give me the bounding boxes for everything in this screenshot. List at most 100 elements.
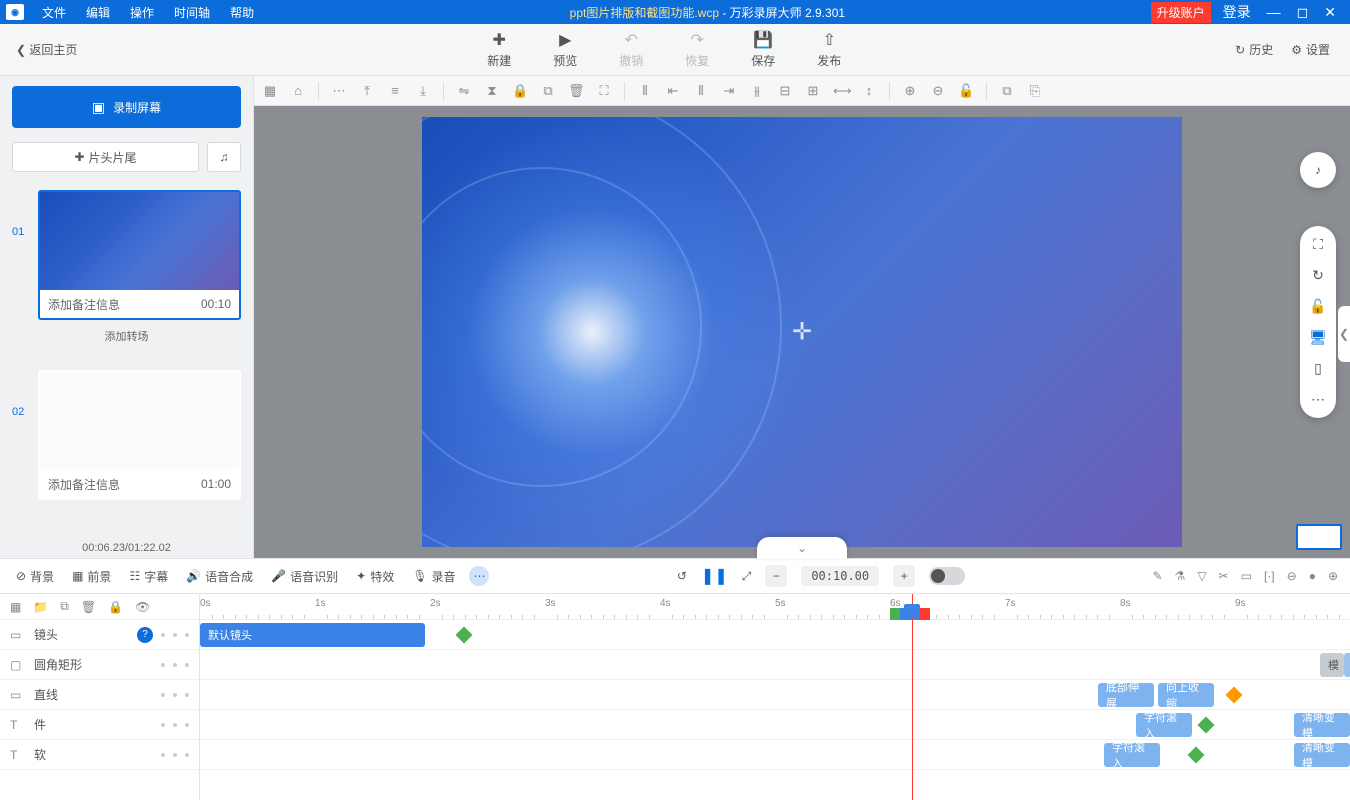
playhead[interactable] — [912, 594, 913, 800]
track-header[interactable]: ▭镜头? — [0, 620, 199, 650]
keyframe-marker[interactable] — [456, 627, 473, 644]
keyframe-marker[interactable] — [1188, 747, 1205, 764]
clip-clear-morph-2[interactable]: 清晰变模 — [1294, 743, 1350, 767]
clip-tag-mo[interactable]: 模 — [1320, 653, 1344, 677]
slide-card[interactable]: 添加备注信息01:00 — [38, 370, 241, 500]
clip-char-scroll-2[interactable]: 字符滚入 — [1104, 743, 1160, 767]
grid-icon[interactable]: ⊞ — [805, 83, 821, 99]
dist-h-icon[interactable]: ⫴ — [637, 83, 653, 99]
zoom-out-tl-icon[interactable]: ⊖ — [1287, 569, 1297, 583]
paste-icon[interactable]: ⎘ — [1027, 83, 1043, 99]
track-header[interactable]: T软 — [0, 740, 199, 770]
funnel-icon[interactable]: ▽ — [1197, 569, 1206, 583]
ruler-h-icon[interactable]: ⟷ — [833, 83, 849, 99]
rewind-button[interactable]: ↺ — [677, 569, 687, 583]
midbar-语音识别-button[interactable]: 🎤语音识别 — [267, 566, 342, 587]
settings-button[interactable]: ⚙ 设置 — [1291, 41, 1330, 58]
stage-content[interactable]: ✛ — [422, 117, 1182, 547]
music-library-button[interactable]: ♫ — [207, 142, 241, 172]
track-header[interactable]: ▭直线 — [0, 680, 199, 710]
clip-clear-morph[interactable]: 清晰变模 — [1294, 713, 1350, 737]
keyframe-marker[interactable] — [1198, 717, 1215, 734]
slide-thumbnail[interactable] — [40, 192, 239, 290]
time-plus-button[interactable]: + — [893, 565, 915, 587]
track-header[interactable]: T件 — [0, 710, 199, 740]
more-float-icon[interactable]: ⋯ — [1311, 391, 1325, 408]
time-minus-button[interactable]: − — [765, 565, 787, 587]
zoom-in-tl-icon[interactable]: ⊕ — [1328, 569, 1338, 583]
duplicate-icon[interactable]: ⧉ — [999, 83, 1015, 99]
toolbar-新建-button[interactable]: ✚新建 — [475, 26, 523, 73]
menu-timeline[interactable]: 时间轴 — [164, 4, 220, 21]
ellipsis-tool-icon[interactable]: ⋯ — [331, 83, 347, 99]
expand-button[interactable]: ⤢ — [742, 569, 752, 584]
unlock-icon[interactable]: 🔓 — [958, 83, 974, 99]
timeline-ruler[interactable]: 0s1s2s3s4s5s6s7s8s9s10s — [200, 594, 1350, 620]
desktop-view-icon[interactable]: 🖥 — [1309, 329, 1327, 346]
midbar-录音-button[interactable]: 🎙录音 — [408, 566, 459, 587]
minimap[interactable] — [1296, 524, 1342, 550]
marker-icon[interactable]: ▭ — [1241, 569, 1252, 583]
track-copy-icon[interactable]: ⧉ — [60, 599, 69, 614]
maximize-button[interactable]: ◻ — [1289, 4, 1317, 21]
clip-char-scroll[interactable]: 字符滚入 — [1136, 713, 1192, 737]
slide-note[interactable]: 添加备注信息 — [48, 476, 120, 493]
lock-icon[interactable]: 🔒 — [512, 83, 528, 99]
midbar-特效-button[interactable]: ✦特效 — [352, 566, 398, 587]
align-left-icon[interactable]: ⇤ — [665, 83, 681, 99]
clip-up-shrink[interactable]: 向上收缩 — [1158, 683, 1214, 707]
midbar-背景-button[interactable]: ⊘背景 — [12, 566, 58, 587]
rotate-icon[interactable]: ↻ — [1312, 267, 1324, 284]
midbar-语音合成-button[interactable]: 🔊语音合成 — [182, 566, 257, 587]
hourglass-icon[interactable]: ⧗ — [484, 83, 500, 99]
flip-h-icon[interactable]: ⇋ — [456, 83, 472, 99]
side-expand-button[interactable]: ❮ — [1338, 306, 1350, 362]
clip-default-shot[interactable]: 默认镜头 — [200, 623, 425, 647]
dist-v-icon[interactable]: ⫵ — [749, 83, 765, 99]
keyframe-marker[interactable] — [1226, 687, 1243, 704]
midbar-字幕-button[interactable]: ☷字幕 — [125, 566, 172, 587]
folder-icon[interactable]: 📁 — [33, 600, 48, 614]
pause-button[interactable]: ❚❚ — [701, 566, 728, 586]
back-home-button[interactable]: ❮ 返回主页 — [0, 41, 93, 58]
lock-float-icon[interactable]: 🔓 — [1309, 298, 1326, 315]
minimize-button[interactable]: — — [1259, 4, 1289, 20]
login-button[interactable]: 登录 — [1215, 2, 1259, 22]
crop-icon[interactable]: ⛶ — [596, 83, 612, 99]
add-transition-button[interactable]: 添加转场 — [12, 320, 241, 352]
spacing-icon[interactable]: ⊟ — [777, 83, 793, 99]
align-bottom-icon[interactable]: ⤓ — [415, 83, 431, 99]
history-button[interactable]: ↻ 历史 — [1235, 41, 1273, 58]
menu-help[interactable]: 帮助 — [220, 4, 264, 21]
ruler-v-icon[interactable]: ↕ — [861, 83, 877, 98]
clip-bottom-extend[interactable]: 底部伸展 — [1098, 683, 1154, 707]
canvas-stage[interactable]: ✛ ♪ ⛶ ↻ 🔓 🖥 ▯ ⋯ ❮ ⌄ — [254, 106, 1350, 558]
align-right-icon[interactable]: ⇥ — [721, 83, 737, 99]
upgrade-button[interactable]: 升级账户 — [1151, 2, 1211, 23]
track-lock-icon[interactable]: 🔒 — [108, 600, 123, 614]
delete-icon[interactable]: 🗑 — [568, 83, 584, 99]
slide-thumbnail[interactable] — [40, 372, 239, 470]
mobile-view-icon[interactable]: ▯ — [1314, 360, 1322, 377]
more-options-button[interactable]: ⋯ — [469, 566, 489, 586]
snap-toggle[interactable] — [929, 567, 965, 585]
align-center-icon[interactable]: ⦀ — [693, 83, 709, 99]
track-delete-icon[interactable]: 🗑 — [81, 600, 96, 614]
midbar-前景-button[interactable]: ▦前景 — [68, 566, 115, 587]
align-middle-icon[interactable]: ≡ — [387, 83, 403, 98]
add-track-icon[interactable]: ▦ — [10, 600, 21, 614]
menu-file[interactable]: 文件 — [32, 4, 76, 21]
close-button[interactable]: ✕ — [1316, 4, 1344, 21]
music-float-button[interactable]: ♪ — [1300, 152, 1336, 188]
track-header[interactable]: ▢圆角矩形 — [0, 650, 199, 680]
layer-tool-icon[interactable]: ▦ — [262, 83, 278, 99]
head-tail-button[interactable]: ✚ 片头片尾 — [12, 142, 199, 172]
cut-icon[interactable]: ✂ — [1219, 569, 1229, 583]
menu-action[interactable]: 操作 — [120, 4, 164, 21]
bracket-icon[interactable]: [·] — [1264, 569, 1275, 583]
help-icon[interactable]: ? — [137, 627, 153, 643]
record-screen-button[interactable]: ▣ 录制屏幕 — [12, 86, 241, 128]
toolbar-发布-button[interactable]: ⇧发布 — [805, 26, 853, 73]
clip-stub[interactable] — [1344, 653, 1350, 677]
zoom-out-icon[interactable]: ⊖ — [930, 83, 946, 99]
